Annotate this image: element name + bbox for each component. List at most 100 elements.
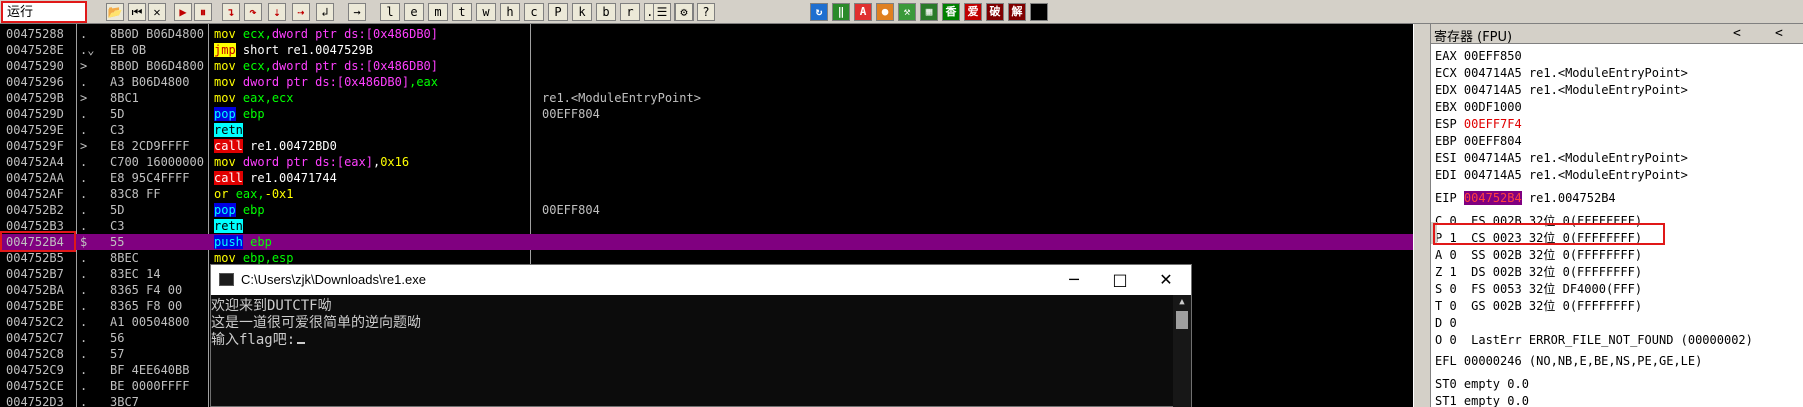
toolbar-button-k[interactable]: k <box>572 3 592 21</box>
register-name: EBX <box>1435 100 1457 114</box>
list-view-icon[interactable]: ☰ <box>653 3 671 21</box>
row-marker: . <box>80 75 88 89</box>
scroll-up-arrow-icon[interactable]: ▲ <box>1173 295 1191 310</box>
go-to-icon[interactable]: → <box>348 3 366 21</box>
console-scrollbar[interactable]: ▲ <box>1173 295 1191 407</box>
disasm-row[interactable]: 004752AF. 83C8 FF or eax,-0x1 <box>0 186 1413 202</box>
plugin-icon[interactable]: ⚙ <box>675 3 693 21</box>
fpu-row[interactable]: ST0 empty 0.0 <box>1435 376 1529 392</box>
close-icon[interactable]: ✕ <box>148 3 166 21</box>
row-operand: ebp <box>242 107 265 121</box>
row-address: 0047529B <box>6 91 64 105</box>
disasm-row[interactable]: 004752B2. 5D pop ebp 00EFF804 <box>0 202 1413 218</box>
execute-till-return-icon[interactable]: ↲ <box>316 3 334 21</box>
disasm-row[interactable]: 00475290 >8B0D B06D4800 mov ecx,dword ptr … <box>0 58 1413 74</box>
tool-button-4[interactable]: 解 <box>1008 3 1026 21</box>
disasm-row[interactable]: 0047529D. 5D pop ebp 00EFF804 <box>0 106 1413 122</box>
flag-row[interactable]: D 0 <box>1435 315 1457 331</box>
disasm-row[interactable]: 004752AA. E8 95C4FFFF call re1.00471744 <box>0 170 1413 186</box>
row-address: 004752B5 <box>6 251 64 265</box>
register-eip[interactable]: EIP 004752B4 re1.004752B4 <box>1435 190 1616 206</box>
maximize-button[interactable]: □ <box>1109 269 1131 291</box>
flag-row[interactable]: S 0 FS 0053 32位 DF4000(FFF) <box>1435 281 1642 297</box>
record-icon[interactable]: ● <box>876 3 894 21</box>
toolbar-button-e[interactable]: e <box>404 3 424 21</box>
row-instruction: push ebp <box>214 234 272 250</box>
toolbar-button-r[interactable]: r <box>620 3 640 21</box>
disasm-row[interactable]: 0047528E .⌄ EB 0B jmp short re1.0047529B <box>0 42 1413 58</box>
flag-row[interactable]: O 0 LastErr ERROR_FILE_NOT_FOUND (000000… <box>1435 332 1753 348</box>
trace-into-icon[interactable]: ⇣ <box>268 3 286 21</box>
row-hex: 5D <box>110 107 125 121</box>
tool-button-2[interactable]: 爱 <box>964 3 982 21</box>
row-marker: . <box>80 251 88 265</box>
console-prompt: 输入flag吧: <box>211 332 296 348</box>
row-operand: 0x16 <box>380 155 410 169</box>
disasm-row[interactable]: 00475296. A3 B06D4800 mov dword ptr ds:[0x… <box>0 74 1413 90</box>
console-titlebar[interactable]: C:\Users\zjk\Downloads\re1.exe ─ □ ✕ <box>211 265 1191 295</box>
row-hex: 83EC 14 <box>110 267 161 281</box>
trace-over-icon[interactable]: ⇢ <box>292 3 310 21</box>
open-icon[interactable]: 📂 <box>106 3 124 21</box>
console-prompt-line[interactable]: 输入flag吧: <box>211 332 1173 349</box>
prev-view-button[interactable]: < <box>1733 26 1741 41</box>
disasm-row[interactable]: 0047529B >8BC1 mov eax,ecx re1.<ModuleEntry… <box>0 90 1413 106</box>
register-esi[interactable]: ESI 004714A5 re1.<ModuleEntryPoint> <box>1435 150 1688 166</box>
toolbar-button-h[interactable]: h <box>500 3 520 21</box>
disasm-row[interactable]: 004752A4. C700 16000000 mov dword ptr ds:[… <box>0 154 1413 170</box>
register-eax[interactable]: EAX 00EFF850 <box>1435 48 1522 64</box>
flag-row[interactable]: Z 1 DS 002B 32位 0(FFFFFFFF) <box>1435 264 1642 280</box>
disasm-row[interactable]: 004752B3. C3 retn <box>0 218 1413 234</box>
register-esp[interactable]: ESP 00EFF7F4 <box>1435 116 1522 132</box>
disasm-row[interactable]: 00475288. 8B0D B06D4800 mov ecx,dword ptr … <box>0 26 1413 42</box>
pane-splitter[interactable] <box>1413 24 1431 407</box>
register-ebp[interactable]: EBP 00EFF804 <box>1435 133 1522 149</box>
register-edx[interactable]: EDX 004714A5 re1.<ModuleEntryPoint> <box>1435 82 1688 98</box>
toolbar-button-w[interactable]: w <box>476 3 496 21</box>
row-mnemonic: pop <box>214 203 236 217</box>
tool-button-3[interactable]: 破 <box>986 3 1004 21</box>
step-over-icon[interactable]: ↷ <box>244 3 262 21</box>
tool-button-1[interactable]: 香 <box>942 3 960 21</box>
disasm-row[interactable]: 0047529E. C3 retn <box>0 122 1413 138</box>
toolbar-button-b[interactable]: b <box>596 3 616 21</box>
help-icon[interactable]: ? <box>697 3 715 21</box>
row-address: 004752A4 <box>6 155 64 169</box>
disasm-row-selected[interactable]: 004752B4 $55 push ebp <box>0 234 1413 250</box>
refresh-icon[interactable]: ↻ <box>810 3 828 21</box>
register-ebx[interactable]: EBX 00DF1000 <box>1435 99 1522 115</box>
step-into-icon[interactable]: ↴ <box>222 3 240 21</box>
close-button[interactable]: ✕ <box>1155 269 1177 291</box>
grid-icon[interactable]: ▦ <box>920 3 938 21</box>
minimize-button[interactable]: ─ <box>1063 269 1085 291</box>
pause-icon[interactable]: ‖ <box>832 3 850 21</box>
flag-line: O 0 LastErr ERROR_FILE_NOT_FOUND (000000… <box>1435 333 1753 347</box>
registers-pane[interactable]: 寄存器 (FPU) < < EAX 00EFF850 ECX 004714A5 r… <box>1431 24 1803 407</box>
tools-icon[interactable]: ⚒ <box>898 3 916 21</box>
toolbar-button-P[interactable]: P <box>548 3 568 21</box>
registers-title: 寄存器 (FPU) <box>1434 30 1513 45</box>
fpu-row[interactable]: ST1 empty 0.0 <box>1435 393 1529 407</box>
flag-row[interactable]: T 0 GS 002B 32位 0(FFFFFFFF) <box>1435 298 1642 314</box>
pause-icon[interactable]: ⏸ <box>194 3 212 21</box>
flag-row[interactable]: A 0 SS 002B 32位 0(FFFFFFFF) <box>1435 247 1642 263</box>
row-mnemonic: mov <box>214 27 236 41</box>
disasm-row[interactable]: 0047529F > E8 2CD9FFFF call re1.00472BD0 <box>0 138 1413 154</box>
row-address: 004752C8 <box>6 347 64 361</box>
scroll-thumb[interactable] <box>1176 311 1188 329</box>
toolbar-button-t[interactable]: t <box>452 3 472 21</box>
toolbar-button-c[interactable]: c <box>524 3 544 21</box>
toolbar-button-l[interactable]: l <box>380 3 400 21</box>
register-ecx[interactable]: ECX 004714A5 re1.<ModuleEntryPoint> <box>1435 65 1688 81</box>
console-output[interactable]: 欢迎来到DUTCTF呦 这是一道很可爱很简单的逆向题呦 输入flag吧: <box>211 295 1173 407</box>
run-icon[interactable]: ▶ <box>174 3 192 21</box>
stop-icon[interactable] <box>1030 3 1048 21</box>
register-efl[interactable]: EFL 00000246 (NO,NB,E,BE,NS,PE,GE,LE) <box>1435 353 1702 369</box>
console-window[interactable]: C:\Users\zjk\Downloads\re1.exe ─ □ ✕ 欢迎来… <box>210 264 1192 407</box>
restart-icon[interactable]: ⏮ <box>128 3 146 21</box>
tool-button-0[interactable]: A <box>854 3 872 21</box>
register-value: 00EFF804 <box>1463 134 1522 148</box>
register-edi[interactable]: EDI 004714A5 re1.<ModuleEntryPoint> <box>1435 167 1688 183</box>
toolbar-button-m[interactable]: m <box>428 3 448 21</box>
next-view-button[interactable]: < <box>1775 26 1783 41</box>
